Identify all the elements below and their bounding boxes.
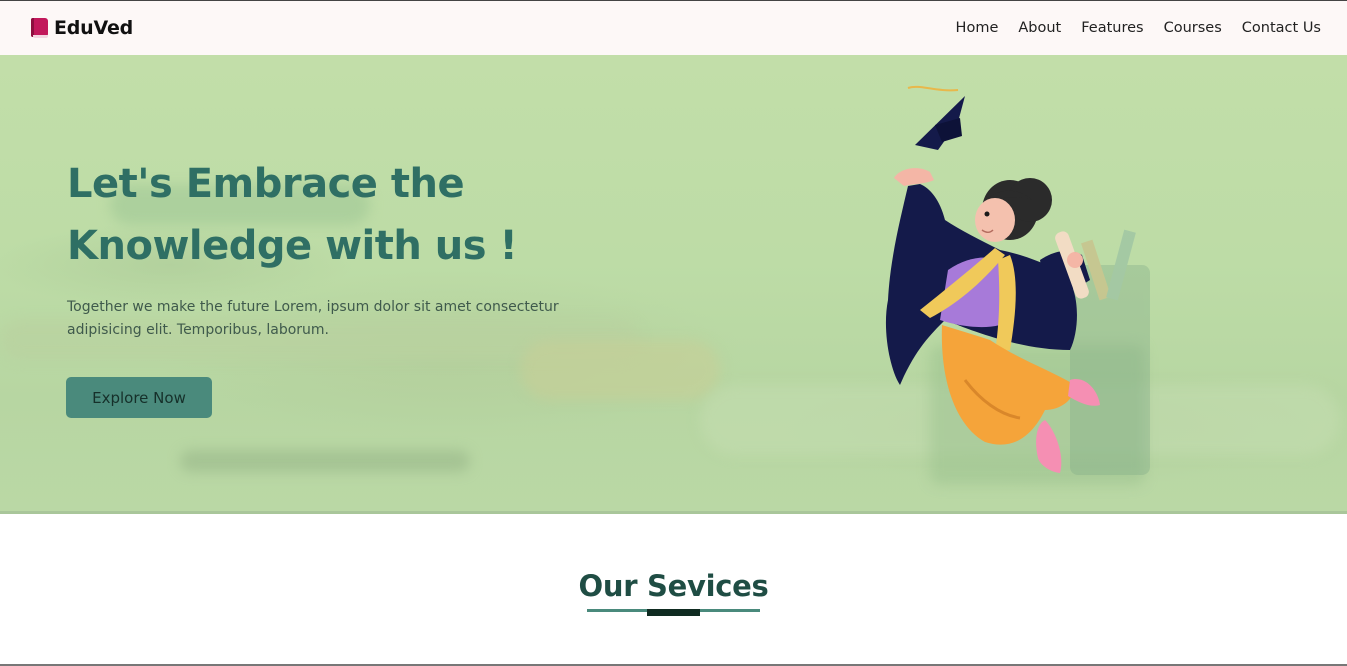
- book-icon: [31, 18, 48, 38]
- nav-link-about[interactable]: About: [1018, 20, 1061, 36]
- hero-description: Together we make the future Lorem, ipsum…: [67, 299, 559, 338]
- explore-now-button[interactable]: Explore Now: [66, 377, 212, 418]
- nav-link-contact[interactable]: Contact Us: [1242, 20, 1321, 36]
- brand-name: EduVed: [54, 17, 134, 39]
- nav-link-courses[interactable]: Courses: [1164, 20, 1222, 36]
- graduate-student-illustration: [885, 85, 1150, 475]
- background-book-shape: [180, 450, 470, 472]
- background-book-shape: [520, 340, 720, 400]
- hero-title: Let's Embrace the Knowledge with us !: [67, 153, 627, 277]
- hero-bottom-border: [0, 511, 1347, 514]
- nav-menu: Home About Features Courses Contact Us: [956, 20, 1321, 36]
- hero-title-line2: Knowledge with us !: [67, 223, 518, 269]
- services-title: Our Sevices: [578, 569, 769, 603]
- brand-logo[interactable]: EduVed: [31, 17, 133, 39]
- hero-section: Let's Embrace the Knowledge with us ! To…: [0, 55, 1347, 514]
- nav-link-home[interactable]: Home: [956, 20, 999, 36]
- nav-link-features[interactable]: Features: [1081, 20, 1143, 36]
- services-title-underline-accent: [647, 609, 700, 616]
- navbar: EduVed Home About Features Courses Conta…: [0, 1, 1347, 55]
- hero-title-line1: Let's Embrace the: [67, 161, 465, 207]
